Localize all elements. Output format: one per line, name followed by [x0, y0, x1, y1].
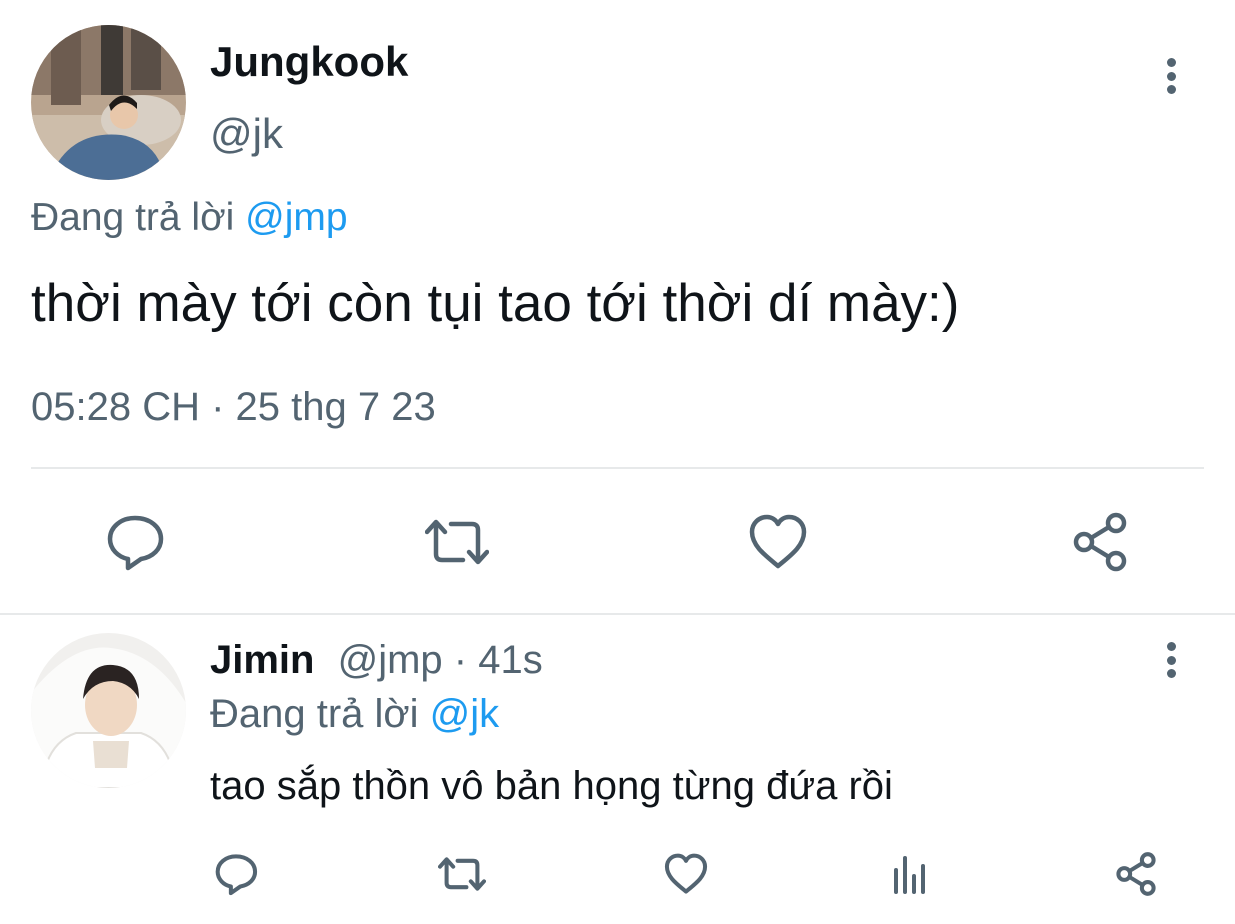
reply-context: Đang trả lời @jmp	[31, 195, 348, 241]
reply-button[interactable]	[214, 852, 258, 896]
reply-icon	[107, 515, 164, 571]
author-handle[interactable]: @jk	[210, 110, 283, 158]
reply-prefix: Đang trả lời	[31, 196, 235, 239]
like-button[interactable]	[748, 512, 808, 572]
reply-context: Đang trả lời @jk	[210, 690, 499, 738]
tweet-text: thời mày tới còn tụi tao tới thời dí mày…	[31, 274, 960, 333]
reply-header: Jimin @jmp · 41s	[210, 636, 543, 684]
retweet-icon	[438, 857, 486, 891]
author-avatar-jungkook[interactable]	[31, 25, 186, 180]
tweet-age[interactable]: 41s	[478, 638, 543, 682]
author-name[interactable]: Jungkook	[210, 38, 408, 86]
reply-button[interactable]	[105, 512, 165, 572]
author-avatar-jimin[interactable]	[31, 633, 186, 788]
like-icon	[664, 853, 708, 894]
author-handle[interactable]: @jmp	[338, 638, 443, 682]
more-options-icon[interactable]	[1166, 58, 1176, 94]
tweet-text: tao sắp thồn vô bản họng từng đứa rồi	[210, 764, 893, 808]
share-button[interactable]	[1070, 512, 1130, 572]
views-icon	[894, 856, 925, 894]
share-button[interactable]	[1114, 852, 1158, 896]
divider	[0, 613, 1235, 615]
retweet-button[interactable]	[425, 512, 489, 572]
reply-to-mention[interactable]: @jmp	[245, 196, 347, 239]
tweet-timestamp[interactable]: 05:28 CH · 25 thg 7 23	[31, 383, 436, 431]
avatar-photo	[31, 633, 186, 788]
author-name[interactable]: Jimin	[210, 638, 314, 682]
divider	[31, 467, 1204, 469]
reply-prefix: Đang trả lời	[210, 692, 419, 736]
more-options-icon[interactable]	[1166, 642, 1176, 678]
share-icon	[1073, 512, 1127, 572]
separator-dot: ·	[453, 638, 468, 682]
reply-icon	[215, 854, 258, 896]
retweet-button[interactable]	[438, 852, 486, 896]
like-icon	[749, 514, 807, 569]
share-icon	[1116, 852, 1156, 896]
like-button[interactable]	[664, 852, 708, 896]
views-button[interactable]	[890, 852, 934, 896]
retweet-icon	[425, 519, 489, 565]
reply-to-mention[interactable]: @jk	[430, 692, 500, 736]
avatar-photo	[31, 25, 186, 180]
